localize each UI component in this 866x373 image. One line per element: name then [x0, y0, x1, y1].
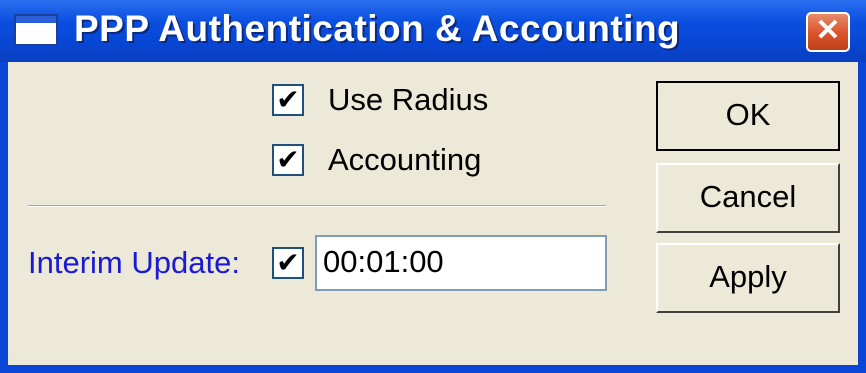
window-title: PPP Authentication & Accounting	[74, 8, 681, 49]
interim-update-label: Interim Update:	[28, 245, 240, 280]
use-radius-label[interactable]: Use Radius	[328, 82, 488, 118]
close-button[interactable]: ✕	[806, 12, 850, 52]
window-icon	[14, 14, 58, 46]
ok-button[interactable]: OK	[656, 81, 840, 151]
apply-button[interactable]: Apply	[656, 243, 840, 313]
dialog-body: ✔ Use Radius ✔ Accounting Interim Update…	[8, 62, 858, 365]
interim-update-input[interactable]: 00:01:00	[315, 235, 607, 291]
accounting-label[interactable]: Accounting	[328, 142, 481, 178]
dialog-window: PPP Authentication & Accounting ✕ ✔ Use …	[0, 0, 866, 373]
separator	[28, 205, 606, 207]
accounting-checkbox[interactable]: ✔	[272, 144, 304, 176]
title-bar[interactable]: PPP Authentication & Accounting ✕	[0, 0, 866, 62]
cancel-button[interactable]: Cancel	[656, 163, 840, 233]
use-radius-checkbox[interactable]: ✔	[272, 84, 304, 116]
interim-update-checkbox[interactable]: ✔	[272, 247, 304, 279]
